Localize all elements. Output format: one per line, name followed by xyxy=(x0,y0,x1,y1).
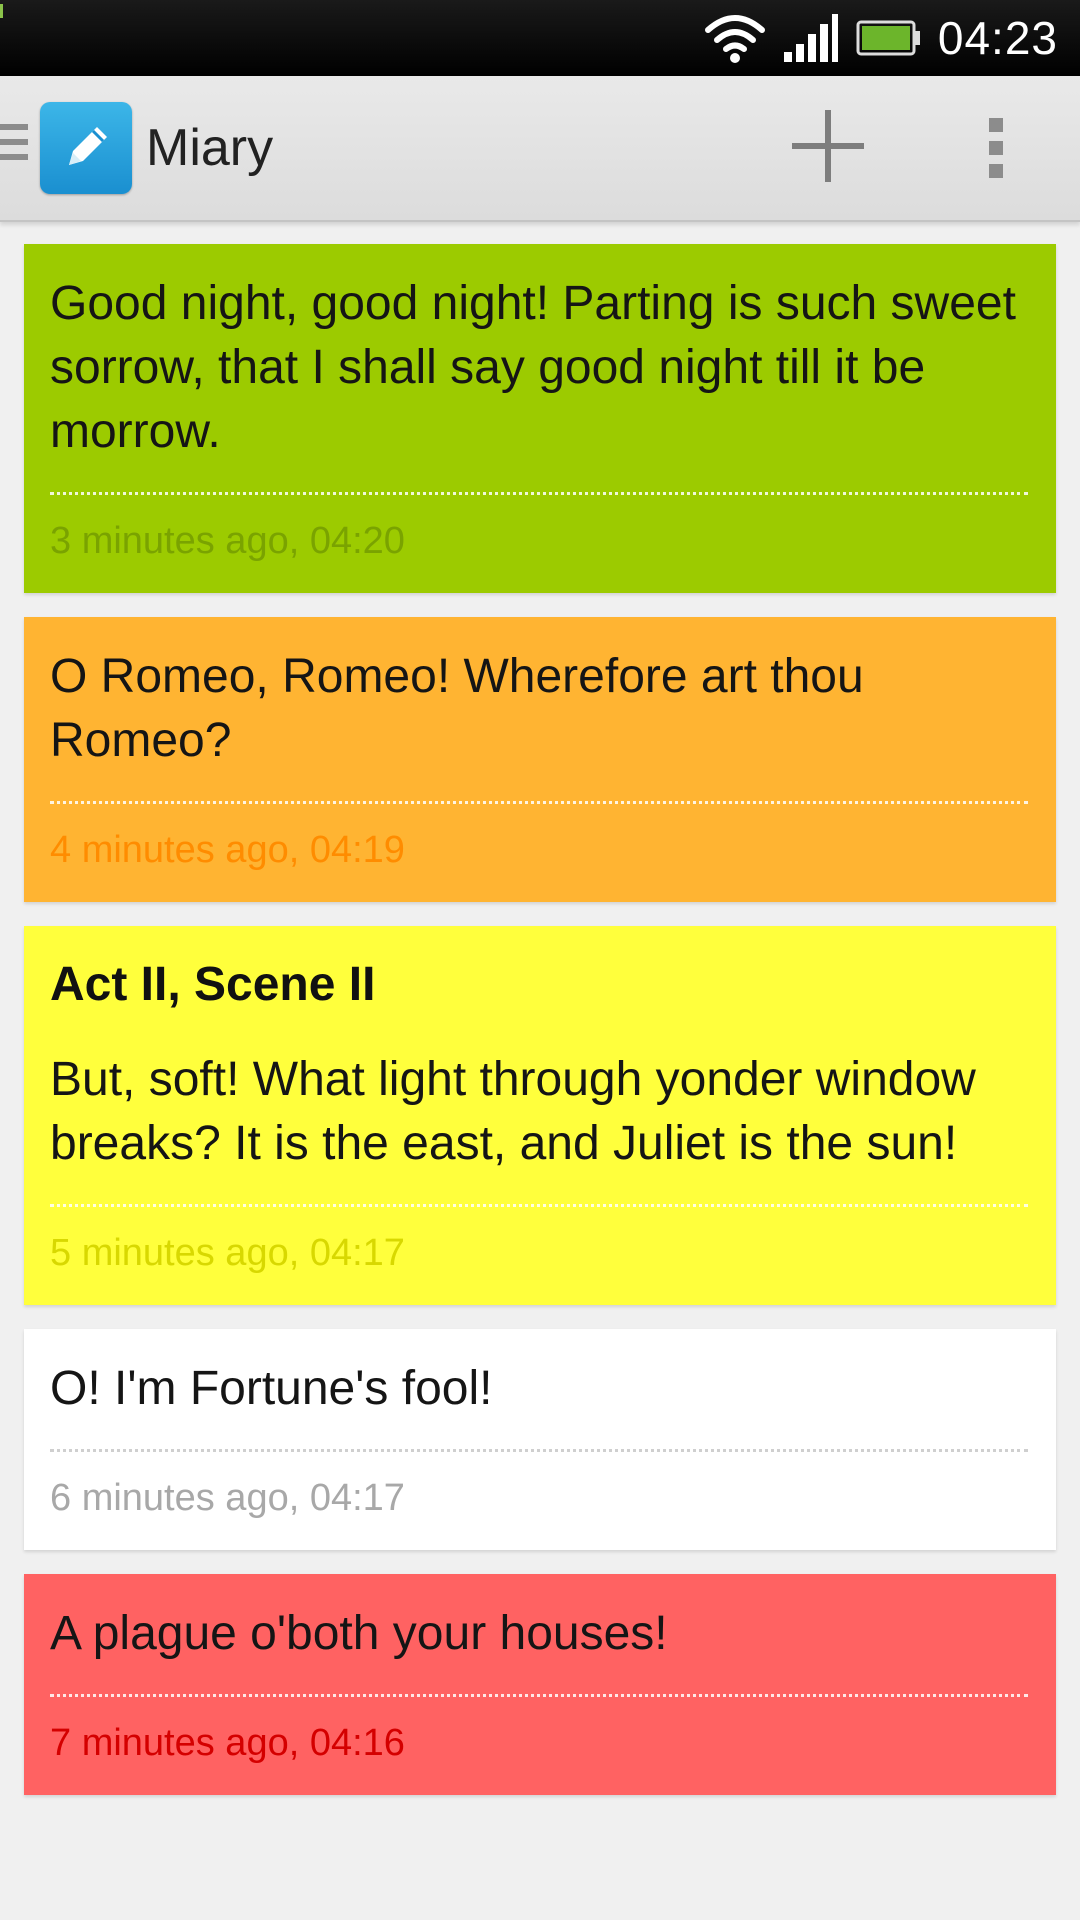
note-timestamp: 3 minutes ago, 04:20 xyxy=(50,520,405,562)
note-timestamp: 6 minutes ago, 04:17 xyxy=(50,1477,405,1519)
status-time: 04:23 xyxy=(937,12,1058,64)
wifi-icon xyxy=(704,12,766,64)
note-card[interactable]: Good night, good night! Parting is such … xyxy=(24,244,1056,593)
note-heading: Act II, Scene II xyxy=(50,958,376,1011)
note-text: O! I'm Fortune's fool! xyxy=(50,1362,493,1415)
overflow-menu-icon[interactable] xyxy=(968,108,1024,188)
note-divider xyxy=(50,1694,1028,1697)
note-divider xyxy=(50,801,1028,804)
signal-icon xyxy=(782,12,840,64)
notes-list: Good night, good night! Parting is such … xyxy=(24,244,1056,1819)
note-text: O Romeo, Romeo! Wherefore art thou Romeo… xyxy=(50,650,864,767)
menu-icon[interactable] xyxy=(0,124,30,170)
status-indicators: 04:23 xyxy=(704,0,1058,76)
note-text: A plague o'both your houses! xyxy=(50,1607,668,1660)
note-timestamp: 4 minutes ago, 04:19 xyxy=(50,829,405,871)
note-divider xyxy=(50,1204,1028,1207)
note-text: But, soft! What light through yonder win… xyxy=(50,1053,976,1170)
note-divider xyxy=(50,1449,1028,1452)
note-timestamp: 7 minutes ago, 04:16 xyxy=(50,1722,405,1764)
app-title: Miary xyxy=(146,119,274,177)
note-card[interactable]: O! I'm Fortune's fool! 6 minutes ago, 04:… xyxy=(24,1329,1056,1550)
note-text: Good night, good night! Parting is such … xyxy=(50,277,1016,458)
note-card[interactable]: O Romeo, Romeo! Wherefore art thou Romeo… xyxy=(24,617,1056,902)
battery-icon xyxy=(856,18,922,58)
note-card[interactable]: A plague o'both your houses! 7 minutes ag… xyxy=(24,1574,1056,1795)
note-card[interactable]: Act II, Scene II But, soft! What light th… xyxy=(24,926,1056,1305)
pencil-icon[interactable] xyxy=(40,102,132,194)
add-note-button[interactable] xyxy=(780,108,876,188)
status-bar: 04:23 xyxy=(0,0,1080,76)
action-bar: Miary xyxy=(0,76,1080,222)
note-divider xyxy=(50,492,1028,495)
notification-dot xyxy=(0,4,3,18)
note-timestamp: 5 minutes ago, 04:17 xyxy=(50,1232,405,1274)
plus-icon xyxy=(790,108,866,189)
